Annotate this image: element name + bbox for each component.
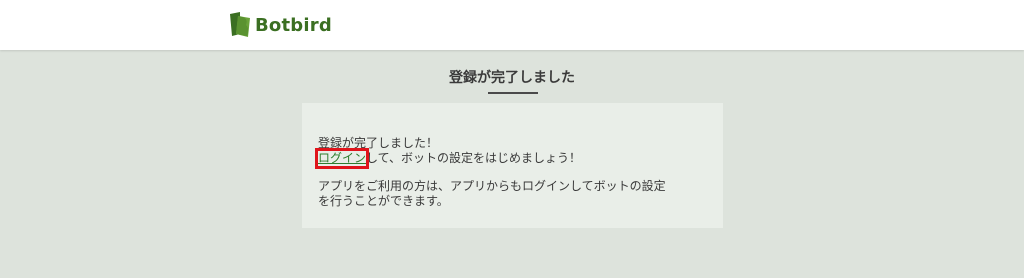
message-line-2: ログイン して、ボットの設定をはじめましょう！ <box>315 148 708 169</box>
message-card: 登録が完了しました！ ログイン して、ボットの設定をはじめましょう！ アプリをご利… <box>302 103 723 228</box>
message-line-2-rest: して、ボットの設定をはじめましょう！ <box>366 151 582 165</box>
page-title: 登録が完了しました <box>449 70 575 86</box>
logo-icon <box>228 12 252 38</box>
message-line-4: を行うことができます。 <box>318 194 449 208</box>
logo-text: Botbird <box>255 14 332 36</box>
logo-link[interactable]: Botbird <box>228 11 332 39</box>
header: Botbird <box>0 0 1024 50</box>
login-link[interactable]: ログイン <box>318 151 366 165</box>
message-line-1: 登録が完了しました！ <box>318 136 439 150</box>
message-line-3: アプリをご利用の方は、アプリからもログインしてボットの設定 <box>318 179 666 193</box>
login-link-wrapper: ログイン <box>315 148 370 169</box>
title-underline <box>488 92 538 94</box>
message-body: 登録が完了しました！ ログイン して、ボットの設定をはじめましょう！ アプリをご利… <box>315 136 708 209</box>
